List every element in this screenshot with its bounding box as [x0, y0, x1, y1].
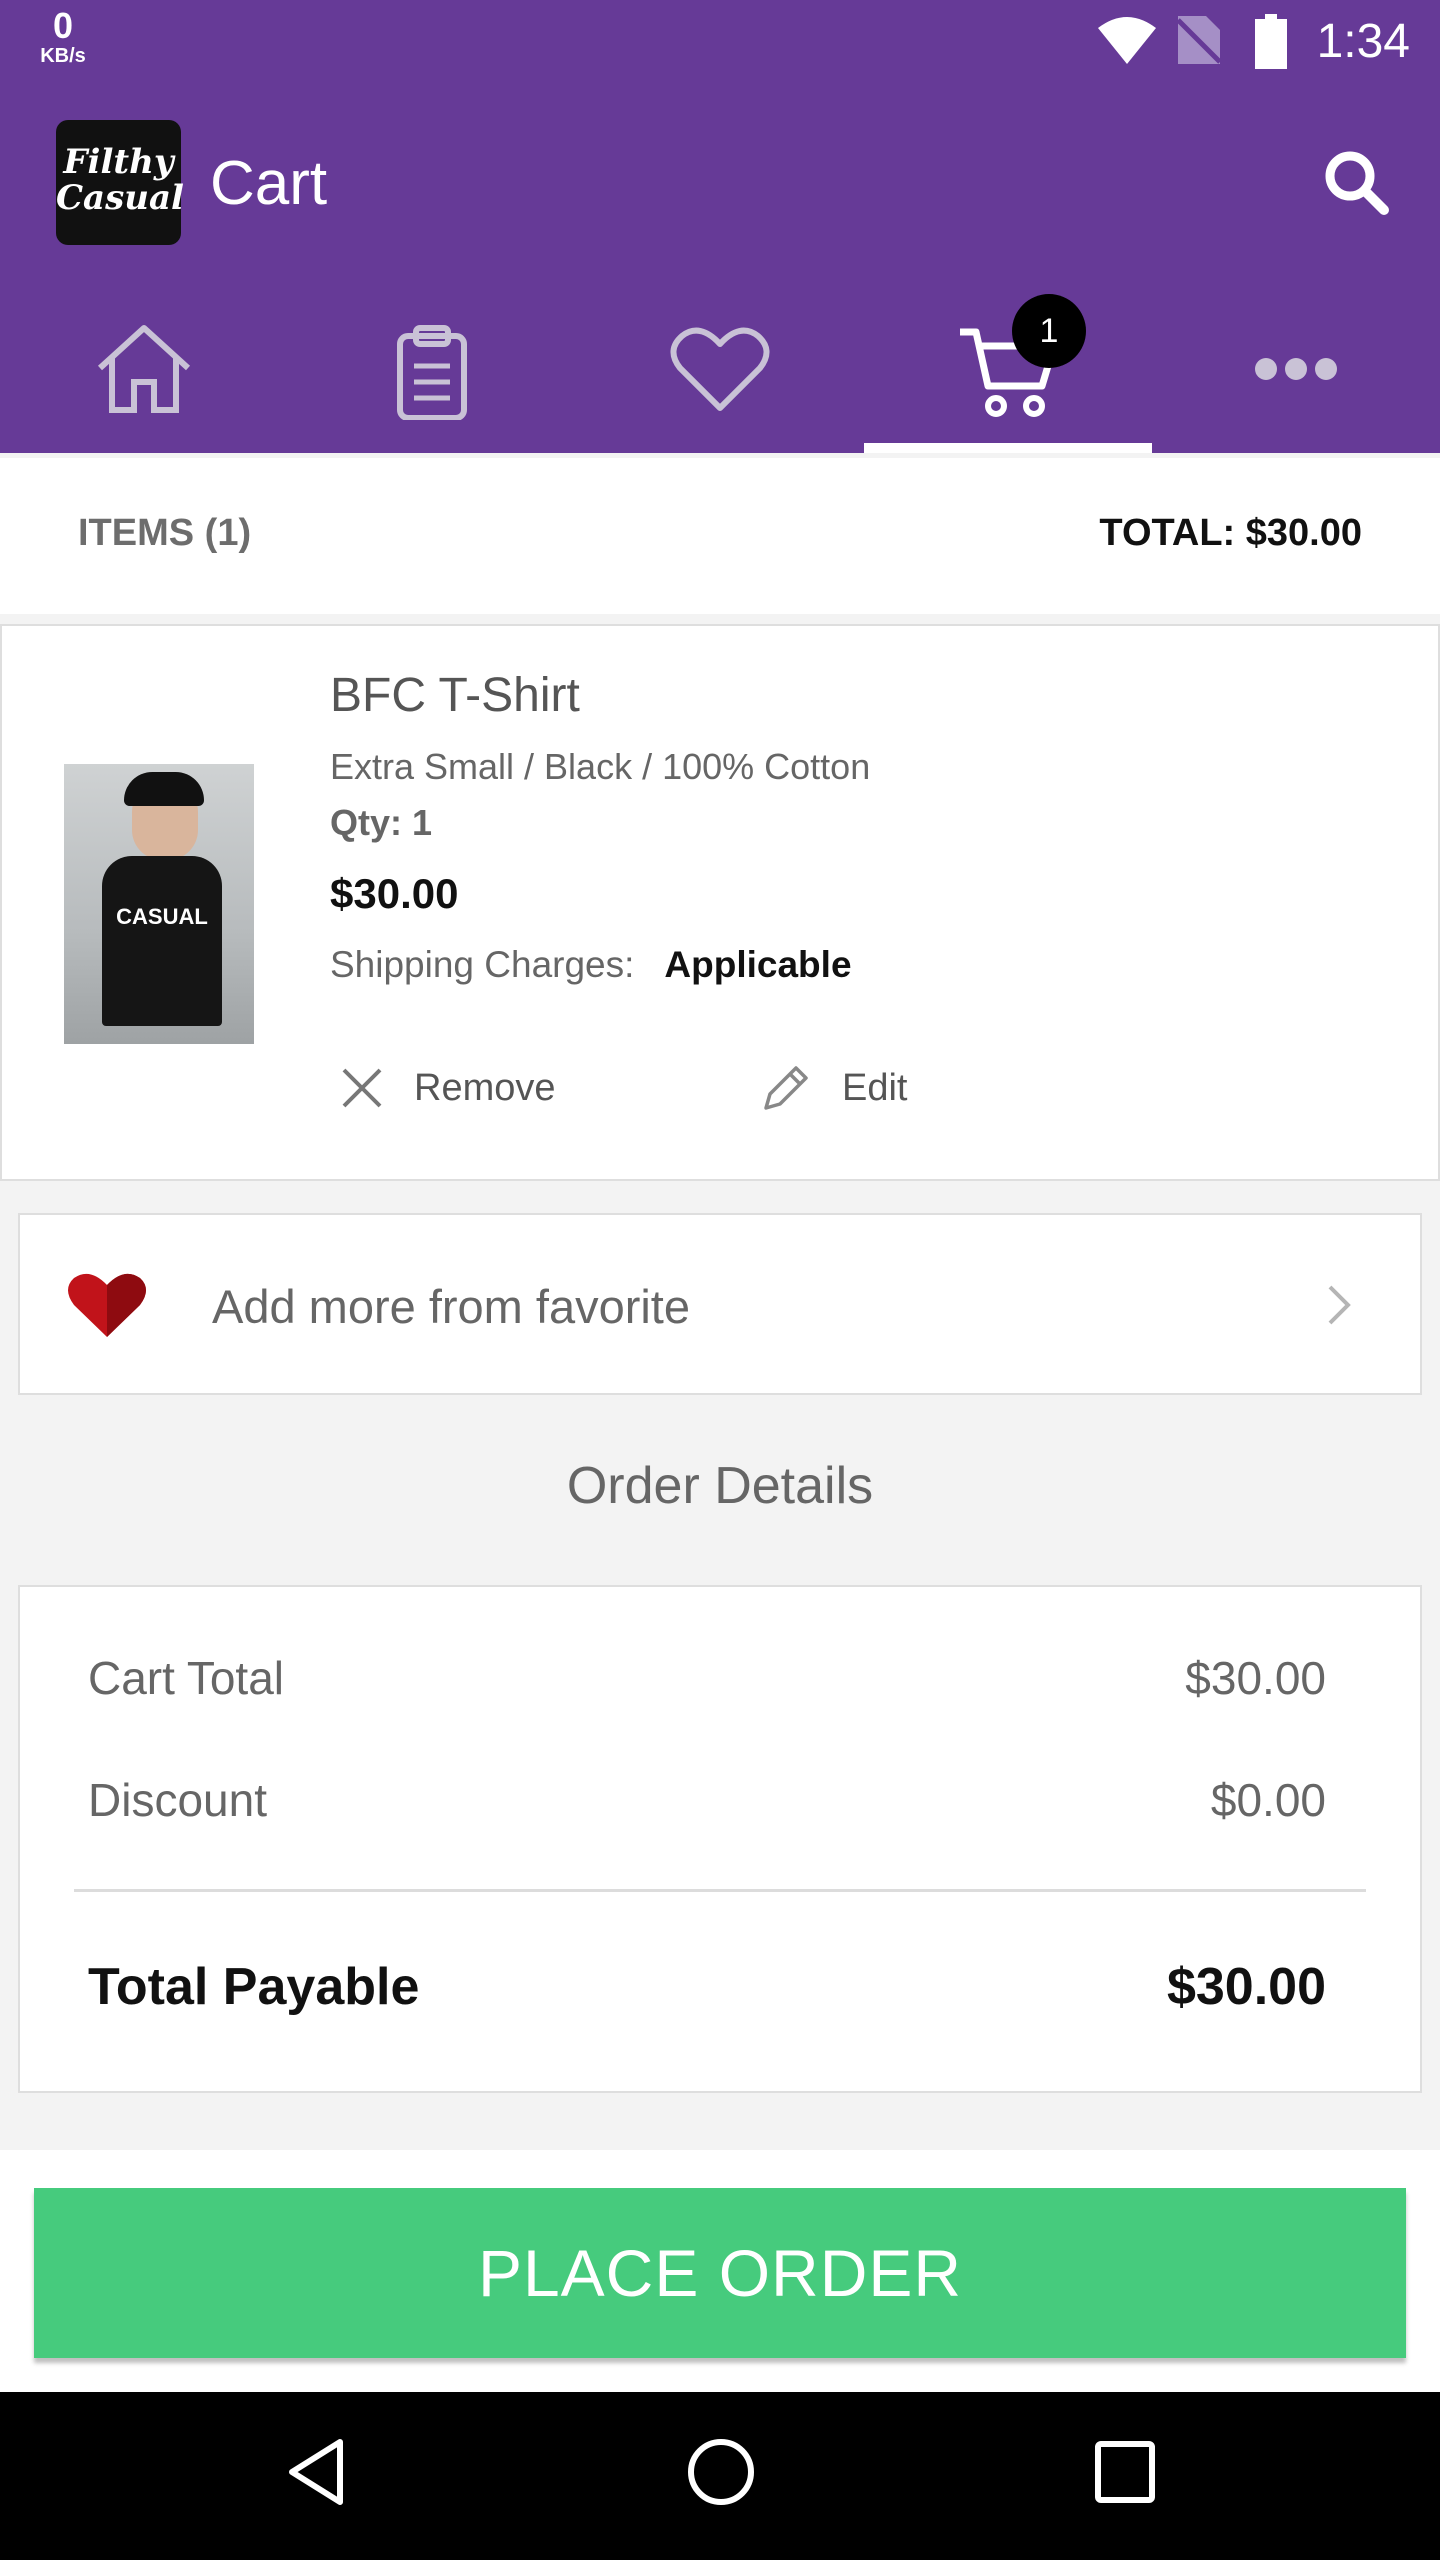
home-icon: [97, 325, 191, 413]
home-circle-icon[interactable]: [686, 2436, 756, 2508]
tab-cart[interactable]: 1: [864, 284, 1152, 453]
place-order-button[interactable]: PLACE ORDER: [34, 2188, 1406, 2358]
battery-icon: [1255, 14, 1287, 69]
top-app-area: 0 KB/s 1:34 Filthy Casual Cart 1: [0, 0, 1440, 453]
cart-summary: ITEMS (1) TOTAL: $30.00: [0, 458, 1440, 614]
discount-row: Discount $0.00: [88, 1774, 1326, 1826]
order-details-card: Cart Total $30.00 Discount $0.00 Total P…: [18, 1585, 1422, 2093]
app-bar: Filthy Casual Cart: [0, 84, 1440, 284]
total-payable-row: Total Payable $30.00: [88, 1958, 1326, 2016]
search-icon[interactable]: [1320, 146, 1392, 218]
order-details-heading: Order Details: [566, 1457, 874, 1515]
shipping-charges: Shipping Charges: Applicable: [330, 944, 852, 985]
back-icon[interactable]: [284, 2436, 348, 2508]
product-variant: Extra Small / Black / 100% Cotton: [330, 746, 871, 787]
cart-total-row: Cart Total $30.00: [88, 1652, 1326, 1704]
heart-icon: [68, 1273, 146, 1337]
clipboard-icon: [397, 325, 467, 420]
app-logo[interactable]: Filthy Casual: [56, 120, 184, 245]
shipping-value: Applicable: [664, 944, 852, 985]
product-price: $30.00: [330, 870, 459, 917]
edit-button[interactable]: Edit: [760, 1058, 907, 1118]
checkout-bar: PLACE ORDER: [0, 2150, 1440, 2392]
more-dots-icon: [1255, 358, 1337, 380]
network-speed: 0 KB/s: [40, 5, 86, 67]
product-name[interactable]: BFC T-Shirt: [330, 668, 580, 723]
nav-tabs: 1: [0, 284, 1440, 453]
tab-home[interactable]: [0, 284, 288, 453]
clock: 1:34: [1316, 15, 1410, 68]
no-sim-icon: [1176, 16, 1222, 64]
close-icon: [342, 1068, 382, 1108]
cart-item: CASUAL BFC T-Shirt Extra Small / Black /…: [0, 624, 1440, 1181]
cart-count-badge: 1: [1012, 294, 1086, 368]
pencil-icon: [764, 1066, 808, 1110]
product-quantity: Qty: 1: [330, 802, 433, 843]
tab-favorites[interactable]: [576, 284, 864, 453]
recents-icon[interactable]: [1094, 2436, 1156, 2508]
chevron-right-icon: [1328, 1285, 1351, 1325]
wifi-icon: [1098, 17, 1156, 64]
cart-total: TOTAL: $30.00: [1099, 512, 1362, 554]
remove-button[interactable]: Remove: [340, 1058, 556, 1118]
system-navigation-bar: [0, 2392, 1440, 2560]
add-from-favorite-row[interactable]: Add more from favorite: [18, 1213, 1422, 1395]
heart-outline-icon: [670, 327, 770, 411]
favorite-label: Add more from favorite: [212, 1280, 691, 1333]
active-tab-indicator: [864, 443, 1152, 453]
page-title: Cart: [210, 149, 328, 218]
items-count: ITEMS (1): [78, 512, 252, 554]
tab-more[interactable]: [1152, 284, 1440, 453]
tab-orders[interactable]: [288, 284, 576, 453]
divider: [74, 1889, 1366, 1892]
status-bar: 0 KB/s 1:34: [0, 0, 1440, 84]
product-image[interactable]: CASUAL: [64, 764, 254, 1044]
